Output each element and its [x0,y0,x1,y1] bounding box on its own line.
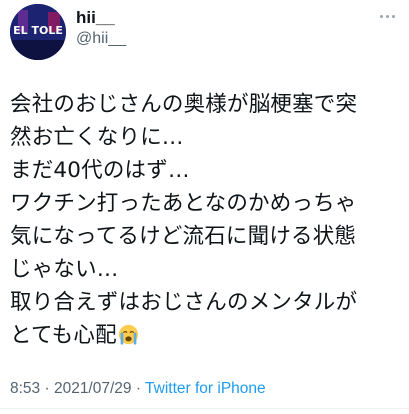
user-handle[interactable]: @hii__ [76,28,126,50]
tweet-text-line: ワクチン打ったあとなのかめっちゃ [10,191,357,216]
tweet-text-last-line: とても心配 [10,319,406,352]
tweet-text-line: じゃない… [10,257,119,282]
author-info[interactable]: hii__ @hii__ [76,8,126,50]
tweet-text-line: とても心配 [10,323,117,348]
meta-separator: · [131,380,146,397]
tweet: EL TOLE hii__ @hii__ 会社のおじさんの奥様が脳梗塞で突 然お… [0,0,409,414]
meta-separator: · [40,380,54,397]
tweet-text-line: 取り合えずはおじさんのメンタルが [10,290,358,315]
avatar[interactable]: EL TOLE [10,4,66,60]
tweet-metadata: 8:53 · 2021/07/29 · Twitter for iPhone [10,378,266,400]
display-name[interactable]: hii__ [76,8,126,28]
divider [0,408,409,409]
avatar-image: EL TOLE [10,4,66,60]
crying-face-emoji-icon [118,324,138,345]
more-dot [391,14,395,18]
avatar-text: EL TOLE [13,24,63,37]
tweet-text: 会社のおじさんの奥様が脳梗塞で突 然お亡くなりに… まだ40代のはず… ワクチン… [10,88,406,352]
more-options-icon[interactable] [373,8,401,24]
more-dot [385,14,389,18]
tweet-text-line: 然お亡くなりに… [10,125,184,150]
tweet-date[interactable]: 2021/07/29 [54,380,132,397]
tweet-time[interactable]: 8:53 [10,380,40,397]
tweet-text-line: まだ40代のはず… [10,158,190,183]
tweet-text-line: 会社のおじさんの奥様が脳梗塞で突 [10,92,358,117]
tweet-source-link[interactable]: Twitter for iPhone [145,380,266,397]
more-dot [379,14,383,18]
tweet-text-line: 気になってるけど流石に聞ける状態 [10,224,357,249]
